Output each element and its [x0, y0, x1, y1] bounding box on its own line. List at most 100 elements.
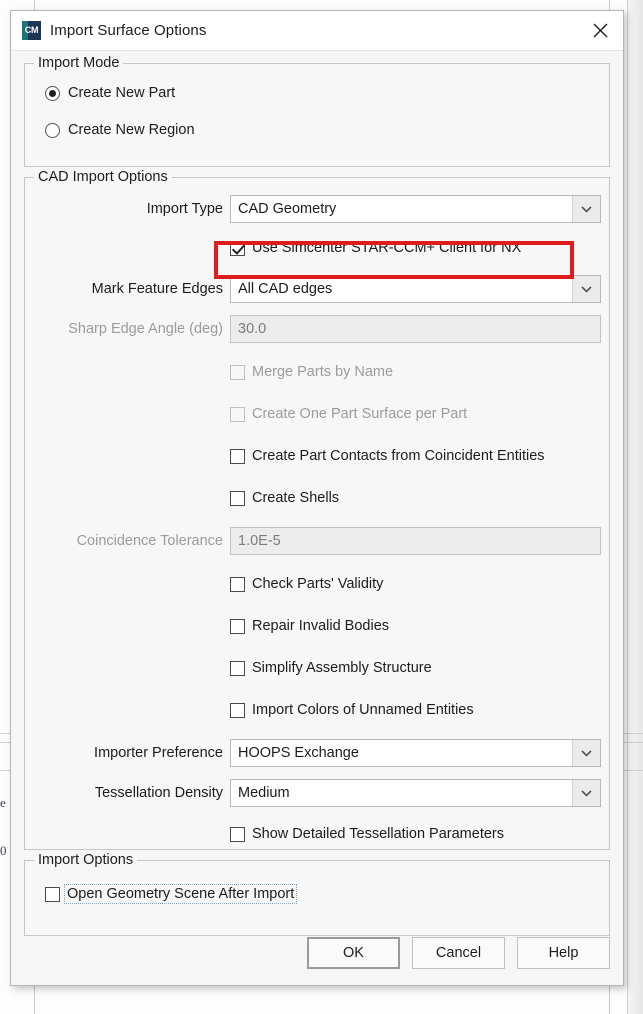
checkbox-row-merge-parts-by-name: Merge Parts by Name — [33, 359, 601, 385]
chevron-down-glyph — [581, 750, 592, 757]
import-options-group: Import Options Open Geometry Scene After… — [24, 852, 610, 936]
checkbox-create-one-part-surface — [230, 406, 245, 422]
checkbox-row-repair-invalid-bodies[interactable]: Repair Invalid Bodies — [33, 613, 601, 639]
coincidence-tolerance-field-wrap: 1.0E-5 — [230, 527, 601, 555]
mark-feature-edges-field-wrap: All CAD edges — [230, 275, 601, 303]
chevron-down-glyph — [581, 286, 592, 293]
checkbox-row-create-shells[interactable]: Create Shells — [33, 485, 601, 511]
checkbox-check-parts-validity[interactable] — [230, 576, 245, 592]
chevron-down-icon[interactable] — [572, 740, 600, 766]
row-sharp-edge-angle: Sharp Edge Angle (deg) 30.0 — [33, 315, 601, 343]
radio-create-new-part[interactable]: Create New Part — [33, 80, 601, 106]
checkbox-row-open-geometry-scene[interactable]: Open Geometry Scene After Import — [33, 881, 601, 907]
checkbox-row-use-client[interactable]: Use Simcenter STAR-CCM+ Client for NX — [33, 235, 601, 261]
checkbox-row-simplify-assembly-structure[interactable]: Simplify Assembly Structure — [33, 655, 601, 681]
importer-preference-field-wrap: HOOPS Exchange — [230, 739, 601, 767]
radio-icon[interactable] — [45, 122, 60, 138]
star-ccm-app-icon: CM — [22, 21, 41, 40]
sharp-edge-angle-label: Sharp Edge Angle (deg) — [68, 321, 223, 337]
sharp-edge-angle-input: 30.0 — [230, 315, 601, 343]
background-scrollbar[interactable] — [627, 0, 643, 1014]
chevron-down-icon[interactable] — [572, 780, 600, 806]
dialog-title: Import Surface Options — [50, 22, 207, 39]
checkbox-row-create-one-part-surface: Create One Part Surface per Part — [33, 401, 601, 427]
cad-import-options-group-title: CAD Import Options — [34, 169, 172, 185]
checkbox-row-import-colors-unnamed[interactable]: Import Colors of Unnamed Entities — [33, 697, 601, 723]
import-surface-options-dialog: CM Import Surface Options Import Mode Cr… — [10, 10, 624, 986]
import-mode-group-body: Create New Part Create New Region — [25, 64, 609, 155]
checkbox-merge-parts-by-name — [230, 364, 245, 380]
tessellation-density-label: Tessellation Density — [94, 785, 223, 801]
checkbox-label-show-detailed-tessellation: Show Detailed Tessellation Parameters — [252, 826, 505, 842]
checkbox-label-create-shells: Create Shells — [252, 490, 340, 506]
import-options-group-title: Import Options — [34, 852, 138, 868]
screenshot-root: e 0 ra CM Import Surface Options Import … — [0, 0, 643, 1014]
checkbox-label-merge-parts-by-name: Merge Parts by Name — [252, 364, 394, 380]
sharp-edge-angle-field-wrap: 30.0 — [230, 315, 601, 343]
checkbox-show-detailed-tessellation[interactable] — [230, 826, 245, 842]
tessellation-density-combobox[interactable]: Medium — [230, 779, 601, 807]
chevron-down-icon[interactable] — [572, 196, 600, 222]
import-type-value: CAD Geometry — [238, 201, 337, 217]
cancel-button[interactable]: Cancel — [412, 937, 505, 969]
importer-preference-combobox[interactable]: HOOPS Exchange — [230, 739, 601, 767]
checkbox-use-client[interactable] — [230, 240, 245, 256]
coincidence-tolerance-input: 1.0E-5 — [230, 527, 601, 555]
cad-import-options-group-body: Import Type CAD Geometry Use Simcenter S… — [25, 178, 609, 859]
cad-import-options-group: CAD Import Options Import Type CAD Geome… — [24, 169, 610, 850]
dialog-button-bar: OK Cancel Help — [24, 937, 610, 969]
checkbox-label-create-part-contacts: Create Part Contacts from Coincident Ent… — [252, 448, 545, 464]
checkbox-label-import-colors-unnamed: Import Colors of Unnamed Entities — [252, 702, 474, 718]
tessellation-density-value: Medium — [238, 785, 290, 801]
chevron-down-icon[interactable] — [572, 276, 600, 302]
import-options-group-body: Open Geometry Scene After Import — [25, 861, 609, 919]
checkbox-label-simplify-assembly-structure: Simplify Assembly Structure — [252, 660, 432, 676]
mark-feature-edges-label: Mark Feature Edges — [91, 281, 223, 297]
row-tessellation-density: Tessellation Density Medium — [33, 779, 601, 807]
radio-create-new-region[interactable]: Create New Region — [33, 117, 601, 143]
checkbox-row-check-parts-validity[interactable]: Check Parts' Validity — [33, 571, 601, 597]
tessellation-density-field-wrap: Medium — [230, 779, 601, 807]
importer-preference-value: HOOPS Exchange — [238, 745, 359, 761]
checkbox-create-part-contacts[interactable] — [230, 448, 245, 464]
coincidence-tolerance-label: Coincidence Tolerance — [76, 533, 223, 549]
help-button[interactable]: Help — [517, 937, 610, 969]
checkbox-import-colors-unnamed[interactable] — [230, 702, 245, 718]
dialog-content: Import Mode Create New Part Create New R… — [11, 51, 623, 985]
import-type-label: Import Type — [146, 201, 223, 217]
checkbox-label-create-one-part-surface: Create One Part Surface per Part — [252, 406, 468, 422]
chevron-down-glyph — [581, 790, 592, 797]
radio-label: Create New Region — [68, 122, 195, 138]
import-mode-group: Import Mode Create New Part Create New R… — [24, 55, 610, 167]
checkbox-create-shells[interactable] — [230, 490, 245, 506]
checkbox-label-open-geometry-scene: Open Geometry Scene After Import — [64, 884, 298, 904]
row-mark-feature-edges: Mark Feature Edges All CAD edges — [33, 275, 601, 303]
background-text-fragment: 0 — [0, 843, 7, 858]
close-button[interactable] — [577, 11, 623, 50]
import-mode-group-title: Import Mode — [34, 55, 124, 71]
row-importer-preference: Importer Preference HOOPS Exchange — [33, 739, 601, 767]
checkbox-label-use-client: Use Simcenter STAR-CCM+ Client for NX — [252, 240, 522, 256]
app-icon-label: CM — [24, 25, 39, 35]
mark-feature-edges-combobox[interactable]: All CAD edges — [230, 275, 601, 303]
checkbox-row-show-detailed-tessellation[interactable]: Show Detailed Tessellation Parameters — [33, 821, 601, 847]
chevron-down-glyph — [581, 206, 592, 213]
row-coincidence-tolerance: Coincidence Tolerance 1.0E-5 — [33, 527, 601, 555]
import-type-combobox[interactable]: CAD Geometry — [230, 195, 601, 223]
checkbox-row-create-part-contacts[interactable]: Create Part Contacts from Coincident Ent… — [33, 443, 601, 469]
background-text-fragment: e — [0, 795, 6, 810]
mark-feature-edges-value: All CAD edges — [238, 281, 333, 297]
import-type-field-wrap: CAD Geometry — [230, 195, 601, 223]
checkbox-open-geometry-scene[interactable] — [45, 886, 60, 902]
checkbox-label-check-parts-validity: Check Parts' Validity — [252, 576, 384, 592]
row-import-type: Import Type CAD Geometry — [33, 195, 601, 223]
checkbox-simplify-assembly-structure[interactable] — [230, 660, 245, 676]
radio-label: Create New Part — [68, 85, 176, 101]
radio-icon-selected[interactable] — [45, 85, 60, 101]
ok-button[interactable]: OK — [307, 937, 400, 969]
importer-preference-label: Importer Preference — [94, 745, 223, 761]
checkbox-repair-invalid-bodies[interactable] — [230, 618, 245, 634]
checkbox-label-repair-invalid-bodies: Repair Invalid Bodies — [252, 618, 390, 634]
close-icon — [593, 23, 607, 38]
dialog-titlebar: CM Import Surface Options — [11, 11, 623, 51]
